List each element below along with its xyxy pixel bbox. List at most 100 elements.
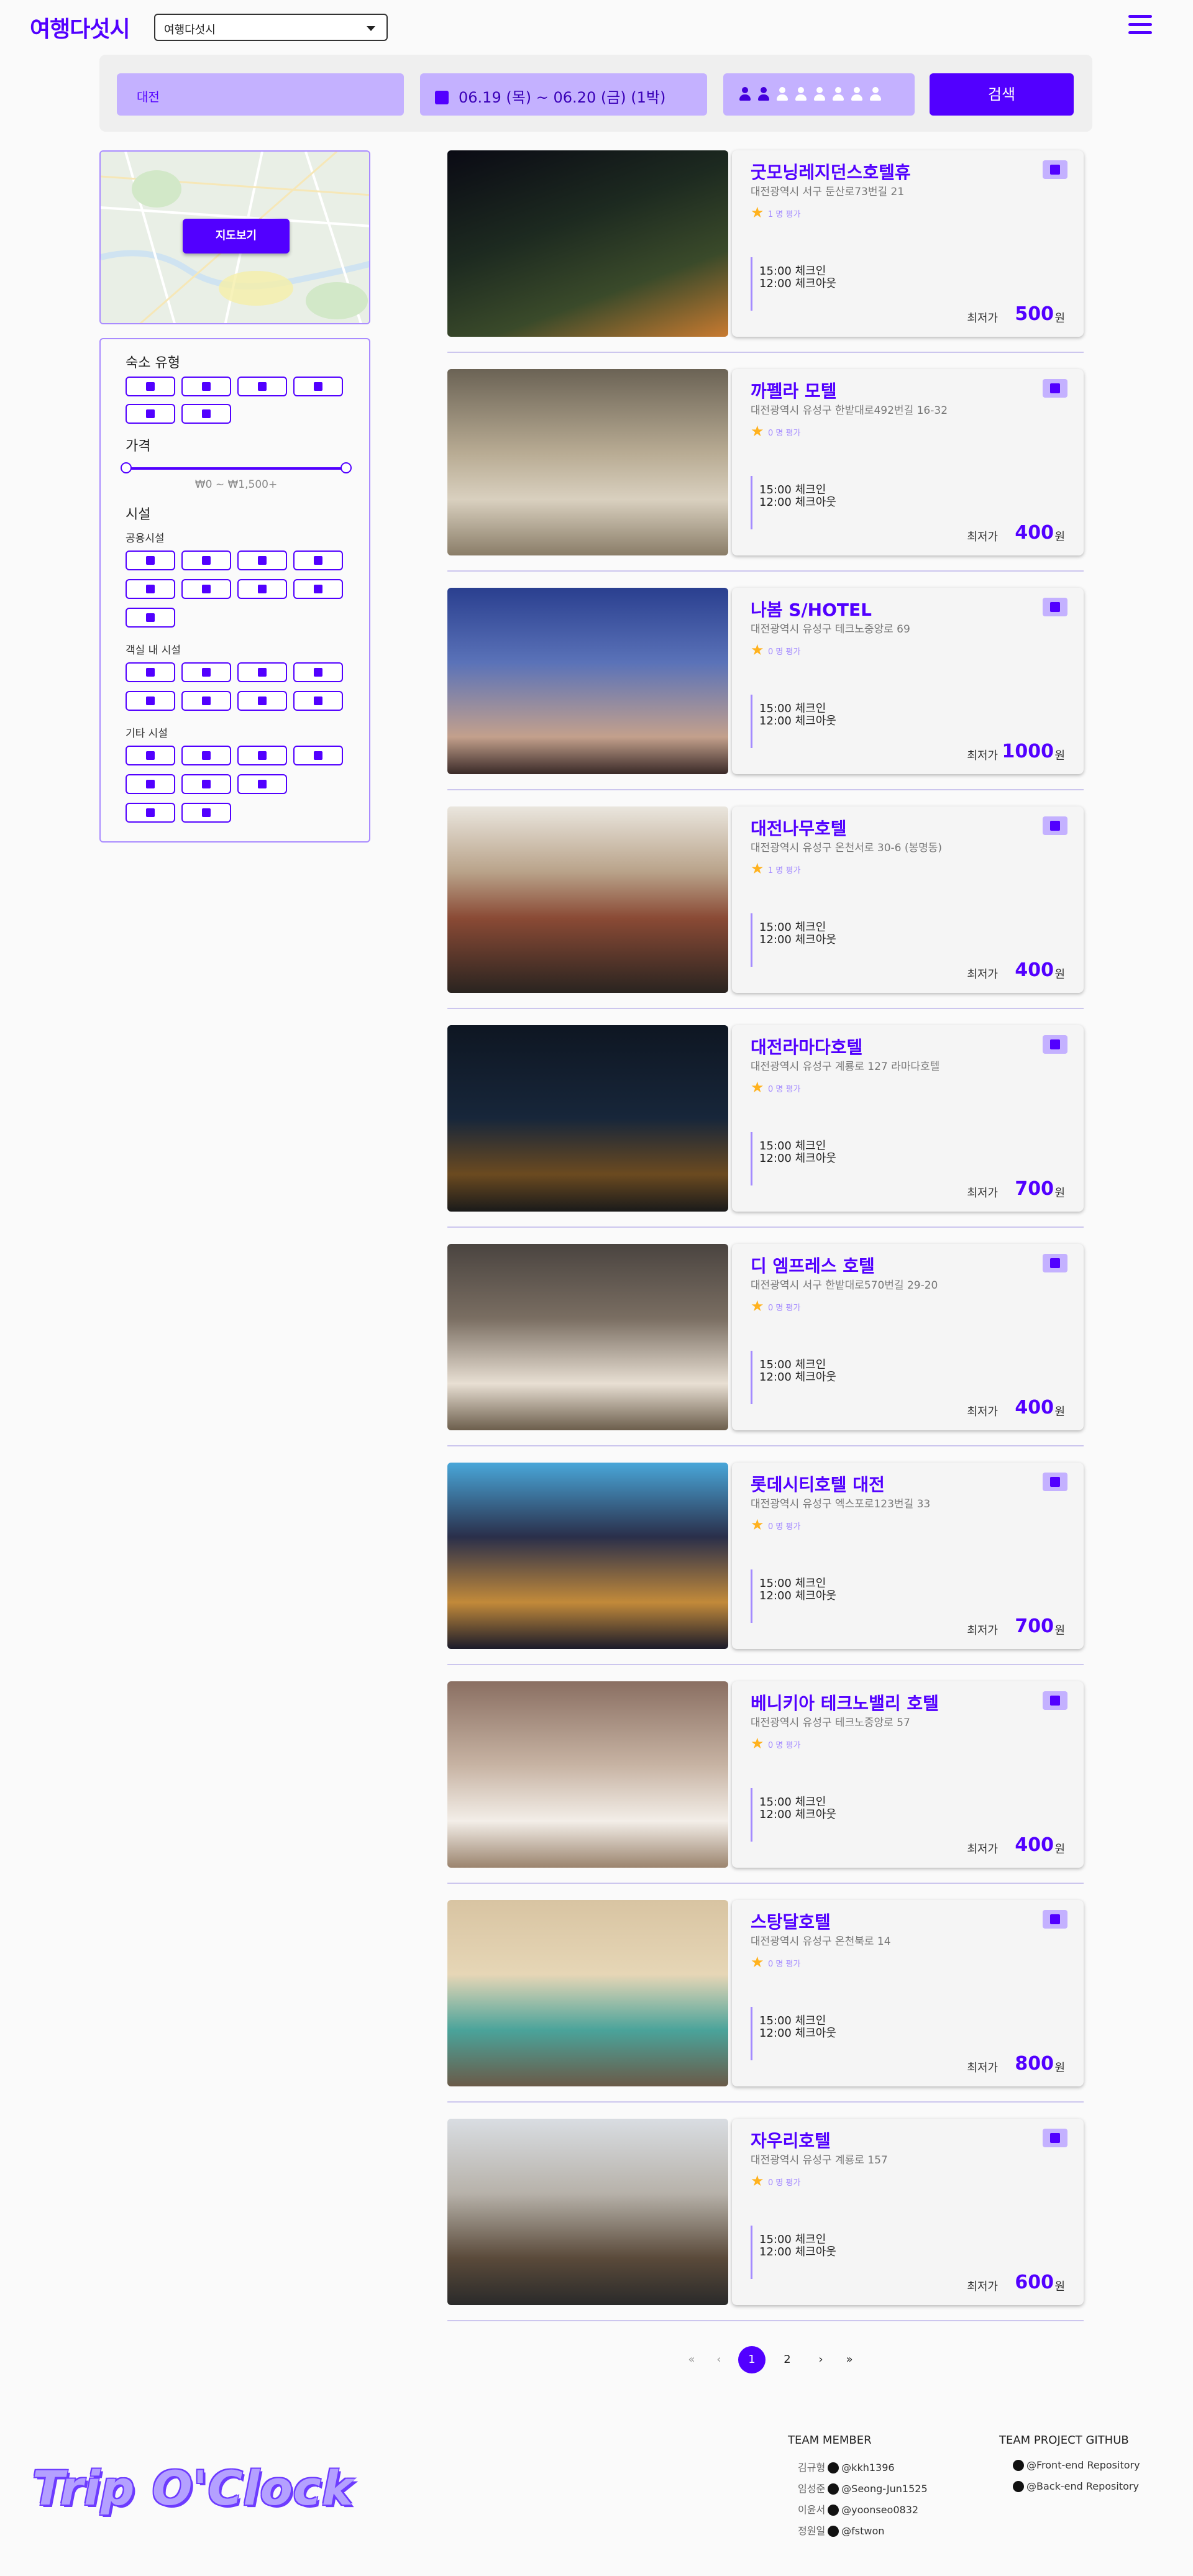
person-icon[interactable] — [813, 87, 826, 102]
listing-card[interactable]: 스탕달호텔 대전광역시 유성구 온천북로 14 ★ 0 명 평가 15:00 체크인 12… — [732, 1900, 1084, 2086]
team-member-row[interactable]: 김규형 @kkh1396 — [798, 2459, 895, 2474]
room-toiletries-chip[interactable] — [181, 691, 231, 711]
listing-photo[interactable] — [447, 1900, 728, 2086]
resort-icon — [258, 382, 267, 391]
public-pool-chip[interactable] — [181, 550, 231, 570]
site-logo[interactable]: 여행다섯시 — [30, 11, 130, 43]
pagination-last[interactable]: » — [840, 2346, 859, 2373]
listing-photo[interactable] — [447, 806, 728, 993]
team-member-row[interactable]: 이윤서 @yoonseo0832 — [798, 2501, 918, 2516]
other-fire-safety-chip[interactable] — [126, 803, 175, 823]
person-icon[interactable] — [831, 87, 845, 102]
price-slider-max-handle[interactable] — [341, 462, 352, 473]
room-bath-chip[interactable] — [181, 662, 231, 682]
pagination-next[interactable]: › — [811, 2346, 830, 2373]
pickup-icon — [146, 780, 155, 788]
listing-card[interactable]: 까펠라 모텔 대전광역시 유성구 한밭대로492번길 16-32 ★ 0 명 평가 15… — [732, 369, 1084, 555]
other-parking-chip[interactable] — [181, 774, 231, 794]
back-end-repo-link[interactable]: @Back-end Repository — [1010, 2480, 1139, 2492]
other-luggage-chip[interactable] — [181, 746, 231, 765]
listing-name[interactable]: 스탕달호텔 — [751, 1909, 831, 1934]
lodging-type-hotel-chip[interactable] — [126, 377, 175, 396]
person-icon[interactable] — [775, 87, 789, 102]
listing-name[interactable]: 굿모닝레지던스호텔휴 — [751, 159, 911, 184]
other-pickup-chip[interactable] — [126, 774, 175, 794]
date-range-picker[interactable]: 06.19 (목) ~ 06.20 (금) (1박) — [420, 73, 707, 116]
price-slider-min-handle[interactable] — [121, 462, 132, 473]
pagination-first[interactable]: « — [682, 2346, 701, 2373]
person-icon[interactable] — [869, 87, 882, 102]
front-end-repo-link[interactable]: @Front-end Repository — [1010, 2459, 1140, 2471]
listing-name[interactable]: 디 엠프레스 호텔 — [751, 1253, 875, 1277]
lodging-type-camping-chip[interactable] — [126, 404, 175, 424]
person-icon[interactable] — [738, 87, 752, 102]
other-shuttle-chip[interactable] — [293, 746, 343, 765]
price-slider-track[interactable] — [126, 467, 347, 470]
listing-photo[interactable] — [447, 150, 728, 337]
listing-name[interactable]: 자우리호텔 — [751, 2127, 831, 2152]
public-restroom-chip[interactable] — [293, 579, 343, 599]
room-bar-chip[interactable] — [237, 662, 287, 682]
lodging-type-resort-chip[interactable] — [237, 377, 287, 396]
lodging-type-motel-chip[interactable] — [181, 377, 231, 396]
listing-photo[interactable] — [447, 1244, 728, 1430]
listing-photo[interactable] — [447, 1681, 728, 1868]
room-tv-chip[interactable] — [126, 662, 175, 682]
listing-photo[interactable] — [447, 2119, 728, 2305]
hamburger-menu-icon[interactable] — [1128, 15, 1152, 36]
room-wifi-chip[interactable] — [293, 662, 343, 682]
listing-card[interactable]: 롯데시티호텔 대전 대전광역시 유성구 엑스포로123번길 33 ★ 0 명 평가 15… — [732, 1463, 1084, 1649]
listing-photo[interactable] — [447, 369, 728, 555]
listing-card[interactable]: 베니키아 테크노밸리 호텔 대전광역시 유성구 테크노중앙로 57 ★ 0 명 평가 1… — [732, 1681, 1084, 1868]
person-icon[interactable] — [794, 87, 808, 102]
listing-name[interactable]: 롯데시티호텔 대전 — [751, 1471, 885, 1496]
other-nonsmoking-chip[interactable] — [237, 774, 287, 794]
listing-card[interactable]: 대전나무호텔 대전광역시 유성구 온천서로 30-6 (봉명동) ★ 1 명 평가 15… — [732, 806, 1084, 993]
other-safe-chip[interactable] — [181, 803, 231, 823]
other-breakfast-chip[interactable] — [126, 746, 175, 765]
public-store-chip[interactable] — [126, 608, 175, 628]
listing-card[interactable]: 나봄 S/HOTEL 대전광역시 유성구 테크노중앙로 69 ★ 0 명 평가 15:0… — [732, 588, 1084, 774]
listing-card[interactable]: 디 엠프레스 호텔 대전광역시 서구 한밭대로570번길 29-20 ★ 0 명 평가… — [732, 1244, 1084, 1430]
member-github-handle[interactable]: @fstwon — [841, 2525, 884, 2537]
site-select-dropdown[interactable]: 여행다섯시 — [154, 14, 388, 41]
listing-name[interactable]: 나봄 S/HOTEL — [751, 596, 872, 621]
listing-photo[interactable] — [447, 1025, 728, 1212]
room-aircon-chip[interactable] — [126, 691, 175, 711]
room-hairdryer-chip[interactable] — [237, 691, 287, 711]
public-sauna-chip[interactable] — [181, 579, 231, 599]
listing-name[interactable]: 까펠라 모텔 — [751, 378, 837, 403]
other-pet-chip[interactable] — [237, 746, 287, 765]
view-map-button[interactable]: 지도보기 — [183, 219, 290, 253]
listing-card[interactable]: 대전라마다호텔 대전광역시 유성구 계룡로 127 라마다호텔 ★ 0 명 평가 15:… — [732, 1025, 1084, 1212]
lodging-type-guesthouse-chip[interactable] — [181, 404, 231, 424]
listing-name[interactable]: 대전나무호텔 — [751, 815, 847, 840]
pagination-page-1[interactable]: 1 — [738, 2346, 766, 2373]
listing-card[interactable]: 굿모닝레지던스호텔휴 대전광역시 서구 둔산로73번길 21 ★ 1 명 평가 15:0… — [732, 150, 1084, 337]
listing-name[interactable]: 대전라마다호텔 — [751, 1034, 862, 1059]
member-github-handle[interactable]: @kkh1396 — [841, 2462, 894, 2473]
person-icon[interactable] — [850, 87, 864, 102]
listing-photo[interactable] — [447, 1463, 728, 1649]
listing-name[interactable]: 베니키아 테크노밸리 호텔 — [751, 1690, 939, 1715]
pagination-page-2[interactable]: 2 — [778, 2346, 797, 2373]
listing-photo[interactable] — [447, 588, 728, 774]
public-fitness-chip[interactable] — [126, 579, 175, 599]
search-button[interactable]: 검색 — [930, 73, 1074, 116]
public-playground-chip[interactable] — [237, 579, 287, 599]
listing-card[interactable]: 자우리호텔 대전광역시 유성구 계룡로 157 ★ 0 명 평가 15:00 체크인 12… — [732, 2119, 1084, 2305]
public-restaurant-chip[interactable] — [293, 550, 343, 570]
listing-divider — [447, 1226, 1084, 1228]
guest-count-selector[interactable] — [723, 73, 915, 116]
member-github-handle[interactable]: @Seong-Jun1525 — [841, 2483, 927, 2495]
member-github-handle[interactable]: @yoonseo0832 — [841, 2504, 918, 2516]
pagination-prev[interactable]: ‹ — [710, 2346, 728, 2373]
person-icon[interactable] — [757, 87, 770, 102]
location-input[interactable]: 대전 — [117, 73, 404, 116]
team-member-row[interactable]: 정원일 @fstwon — [798, 2523, 884, 2537]
room-outlet-chip[interactable] — [293, 691, 343, 711]
public-bbq-chip[interactable] — [237, 550, 287, 570]
public-spa-chip[interactable] — [126, 550, 175, 570]
lodging-type-house-chip[interactable] — [293, 377, 343, 396]
team-member-row[interactable]: 임성준 @Seong-Jun1525 — [798, 2480, 928, 2495]
